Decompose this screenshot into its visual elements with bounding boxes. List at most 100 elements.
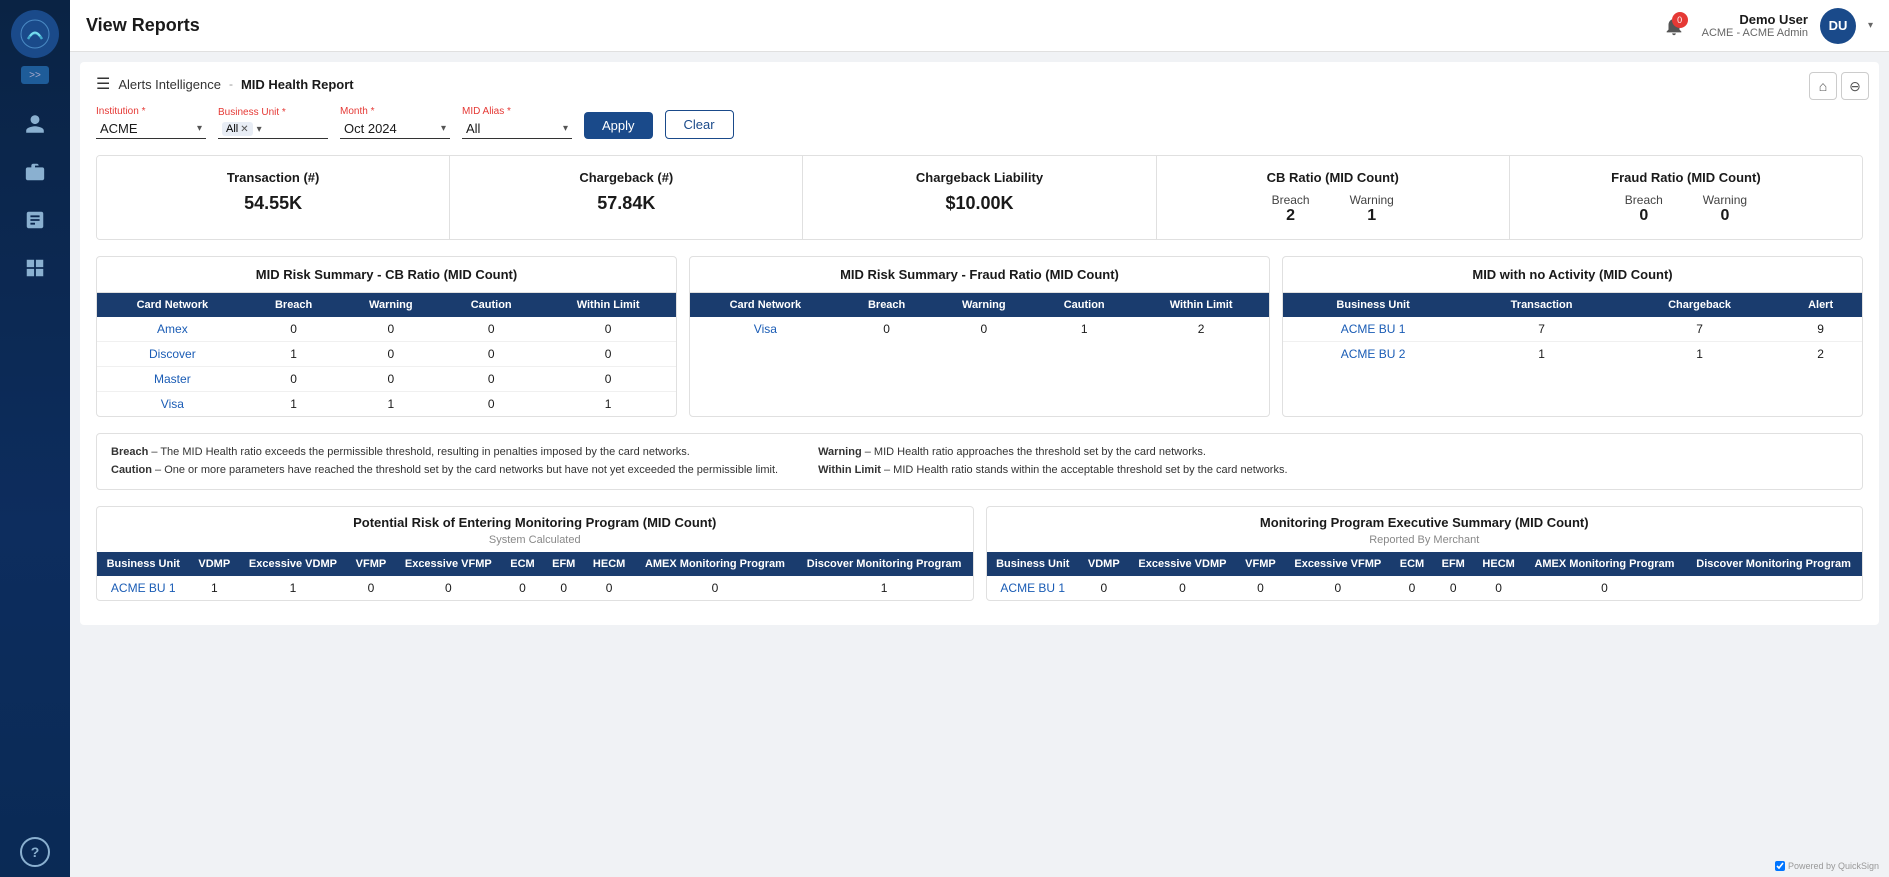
user-name: Demo User (1702, 12, 1808, 27)
kpi-liability: Chargeback Liability $10.00K (803, 156, 1156, 239)
pr-col-excessive-vdmp: Excessive VDMP (239, 552, 347, 576)
kpi-row: Transaction (#) 54.55K Chargeback (#) 57… (96, 155, 1863, 240)
pr-col-excessive-vfmp: Excessive VFMP (395, 552, 502, 576)
pr-col-ecm: ECM (502, 552, 544, 576)
notification-bell[interactable]: 0 (1658, 10, 1690, 42)
cb-ratio-table: Card Network Breach Warning Caution With… (97, 293, 676, 416)
table-row: Discover1000 (97, 342, 676, 367)
clear-button[interactable]: Clear (665, 110, 734, 139)
cb-network-link[interactable]: Master (97, 367, 248, 392)
fraud-ratio-table-card: MID Risk Summary - Fraud Ratio (MID Coun… (689, 256, 1270, 417)
sidebar-item-reports[interactable] (15, 200, 55, 240)
kpi-cb-breach: Breach 2 (1272, 193, 1310, 225)
sidebar-item-users[interactable] (15, 104, 55, 144)
cb-col-caution: Caution (442, 293, 540, 317)
notification-badge: 0 (1672, 12, 1688, 28)
na-col-alert: Alert (1779, 293, 1862, 317)
kpi-chargeback-value: 57.84K (466, 193, 786, 214)
powered-by-text: Powered by QuickSign (1788, 861, 1879, 871)
apply-button[interactable]: Apply (584, 112, 653, 139)
cb-ratio-table-header-row: Card Network Breach Warning Caution With… (97, 293, 676, 317)
na-bu-link[interactable]: ACME BU 2 (1283, 342, 1463, 367)
month-label: Month * (340, 106, 450, 117)
warning-desc: – MID Health ratio approaches the thresh… (865, 446, 1206, 458)
business-unit-clear-icon[interactable]: ✕ (240, 124, 248, 135)
pr-bu-link[interactable]: ACME BU 1 (97, 576, 190, 600)
institution-dropdown[interactable]: ACME ▾ (96, 119, 206, 139)
home-icon[interactable]: ⌂ (1809, 72, 1837, 100)
kpi-chargeback-title: Chargeback (#) (466, 170, 786, 185)
es-col-efm: EFM (1433, 552, 1474, 576)
help-button[interactable]: ? (20, 837, 50, 867)
collapse-icon[interactable]: ⊖ (1841, 72, 1869, 100)
kpi-fraud-ratio-values: Breach 0 Warning 0 (1526, 193, 1846, 225)
kpi-fraud-breach: Breach 0 (1625, 193, 1663, 225)
fraud-ratio-table-title: MID Risk Summary - Fraud Ratio (MID Coun… (690, 257, 1269, 293)
fraud-ratio-table: Card Network Breach Warning Caution With… (690, 293, 1269, 341)
disclaimer-left: Breach – The MID Health ratio exceeds th… (111, 444, 778, 479)
sidebar-bottom: ? (20, 837, 50, 867)
within-limit-definition: Within Limit – MID Health ratio stands w… (818, 462, 1287, 480)
fraud-col-caution: Caution (1035, 293, 1133, 317)
report-top-actions: ⌂ ⊖ (1809, 72, 1869, 100)
cb-col-breach: Breach (248, 293, 340, 317)
user-info: Demo User ACME - ACME Admin (1702, 12, 1808, 39)
kpi-transaction: Transaction (#) 54.55K (97, 156, 450, 239)
potential-risk-header-row: Business Unit VDMP Excessive VDMP VFMP E… (97, 552, 973, 576)
pr-col-discover: Discover Monitoring Program (796, 552, 973, 576)
mid-alias-dropdown[interactable]: All ▾ (462, 119, 572, 139)
user-dropdown-arrow[interactable]: ▾ (1868, 20, 1873, 31)
caution-desc: – One or more parameters have reached th… (155, 464, 778, 476)
fraud-col-breach: Breach (841, 293, 933, 317)
sidebar: >> ? (0, 0, 70, 877)
business-unit-value: All (226, 123, 238, 135)
kpi-cb-warning: Warning 1 (1350, 193, 1394, 225)
cb-network-link[interactable]: Amex (97, 317, 248, 342)
kpi-fraud-ratio: Fraud Ratio (MID Count) Breach 0 Warning… (1510, 156, 1862, 239)
warning-definition: Warning – MID Health ratio approaches th… (818, 444, 1287, 462)
month-dropdown[interactable]: Oct 2024 ▾ (340, 119, 450, 139)
pr-col-amex: AMEX Monitoring Program (634, 552, 796, 576)
kpi-fraud-breach-value: 0 (1625, 207, 1663, 225)
cb-network-link[interactable]: Visa (97, 392, 248, 417)
fraud-ratio-table-header-row: Card Network Breach Warning Caution With… (690, 293, 1269, 317)
sidebar-item-grid[interactable] (15, 248, 55, 288)
business-unit-dropdown[interactable]: All ✕ ▾ (218, 120, 328, 139)
na-bu-link[interactable]: ACME BU 1 (1283, 317, 1463, 342)
kpi-liability-value: $10.00K (819, 193, 1139, 214)
pr-col-bu: Business Unit (97, 552, 190, 576)
sidebar-item-briefcase[interactable] (15, 152, 55, 192)
table-row: Visa1101 (97, 392, 676, 417)
table-row: ACME BU 2112 (1283, 342, 1862, 367)
executive-summary-subtitle: Reported By Merchant (987, 534, 1863, 546)
pr-col-efm: EFM (543, 552, 584, 576)
business-unit-label: Business Unit * (218, 107, 328, 118)
es-col-ecm: ECM (1391, 552, 1433, 576)
topbar: View Reports 0 Demo User ACME - ACME Adm… (70, 0, 1889, 52)
mid-alias-filter: MID Alias * All ▾ (462, 106, 572, 139)
potential-risk-table: Business Unit VDMP Excessive VDMP VFMP E… (97, 552, 973, 600)
business-unit-tag: All ✕ (222, 122, 253, 136)
no-activity-table: Business Unit Transaction Chargeback Ale… (1283, 293, 1862, 366)
es-bu-link[interactable]: ACME BU 1 (987, 576, 1080, 600)
breach-term: Breach (111, 446, 148, 458)
powered-checkbox[interactable] (1775, 861, 1785, 871)
month-filter: Month * Oct 2024 ▾ (340, 106, 450, 139)
table-row: Amex0000 (97, 317, 676, 342)
kpi-fraud-warning-value: 0 (1703, 207, 1747, 225)
breadcrumb-parent: Alerts Intelligence (118, 77, 221, 92)
cb-network-link[interactable]: Discover (97, 342, 248, 367)
business-unit-filter: Business Unit * All ✕ ▾ (218, 107, 328, 139)
kpi-cb-ratio: CB Ratio (MID Count) Breach 2 Warning 1 (1157, 156, 1510, 239)
caution-term: Caution (111, 464, 152, 476)
sidebar-expand-button[interactable]: >> (21, 66, 49, 84)
kpi-cb-warning-label: Warning (1350, 193, 1394, 207)
kpi-cb-breach-value: 2 (1272, 207, 1310, 225)
page-title: View Reports (86, 15, 200, 36)
es-col-hecm: HECM (1474, 552, 1524, 576)
fraud-network-link[interactable]: Visa (690, 317, 841, 341)
no-activity-table-card: MID with no Activity (MID Count) Busines… (1282, 256, 1863, 417)
kpi-fraud-warning-label: Warning (1703, 193, 1747, 207)
hamburger-menu[interactable]: ☰ (96, 74, 110, 94)
cb-col-within-limit: Within Limit (540, 293, 676, 317)
